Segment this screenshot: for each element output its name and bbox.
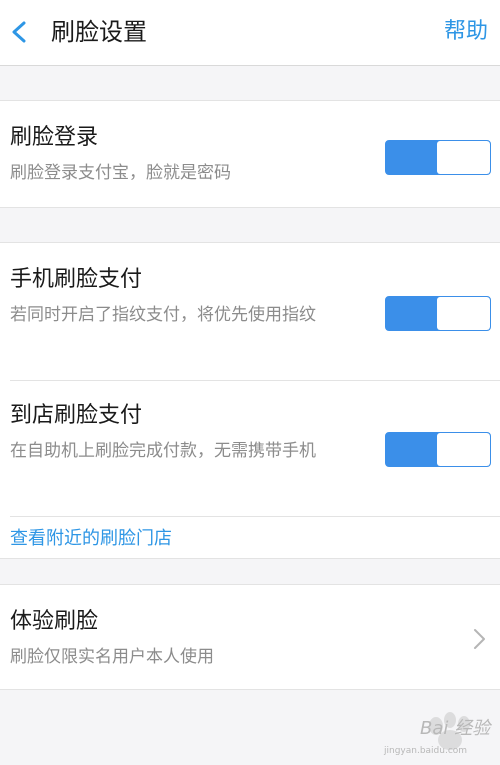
chevron-left-icon — [12, 21, 26, 43]
phone-face-pay-switch[interactable] — [385, 296, 491, 331]
try-face-row[interactable]: 体验刷脸 刷脸仅限实名用户本人使用 — [0, 584, 500, 690]
phone-face-pay-title: 手机刷脸支付 — [10, 267, 143, 292]
watermark-url: jingyan.baidu.com — [384, 746, 468, 756]
chevron-right-icon — [474, 629, 485, 649]
face-login-switch[interactable] — [385, 140, 491, 175]
switch-knob — [437, 141, 490, 174]
store-face-pay-desc: 在自助机上刷脸完成付款，无需携带手机 — [10, 441, 316, 461]
switch-knob — [437, 297, 490, 330]
face-login-section: 刷脸登录 刷脸登录支付宝，脸就是密码 — [0, 100, 500, 208]
try-face-desc: 刷脸仅限实名用户本人使用 — [10, 647, 214, 667]
store-face-pay-switch[interactable] — [385, 432, 491, 467]
watermark-text: Bai 经验 — [420, 718, 491, 739]
face-login-desc: 刷脸登录支付宝，脸就是密码 — [10, 163, 231, 183]
try-face-title: 体验刷脸 — [10, 609, 99, 634]
row-divider — [10, 516, 500, 517]
page-title: 刷脸设置 — [51, 18, 147, 46]
store-face-pay-title: 到店刷脸支付 — [10, 403, 143, 428]
face-pay-section: 手机刷脸支付 若同时开启了指纹支付，将优先使用指纹 到店刷脸支付 在自助机上刷脸… — [0, 242, 500, 559]
nav-bar: 刷脸设置 帮助 — [0, 0, 500, 66]
face-login-title: 刷脸登录 — [10, 125, 99, 150]
row-divider — [10, 380, 500, 381]
nearby-stores-link[interactable]: 查看附近的刷脸门店 — [10, 526, 172, 552]
help-button[interactable]: 帮助 — [444, 16, 488, 48]
phone-face-pay-desc: 若同时开启了指纹支付，将优先使用指纹 — [10, 305, 316, 325]
back-button[interactable] — [6, 15, 34, 49]
switch-knob — [437, 433, 490, 466]
